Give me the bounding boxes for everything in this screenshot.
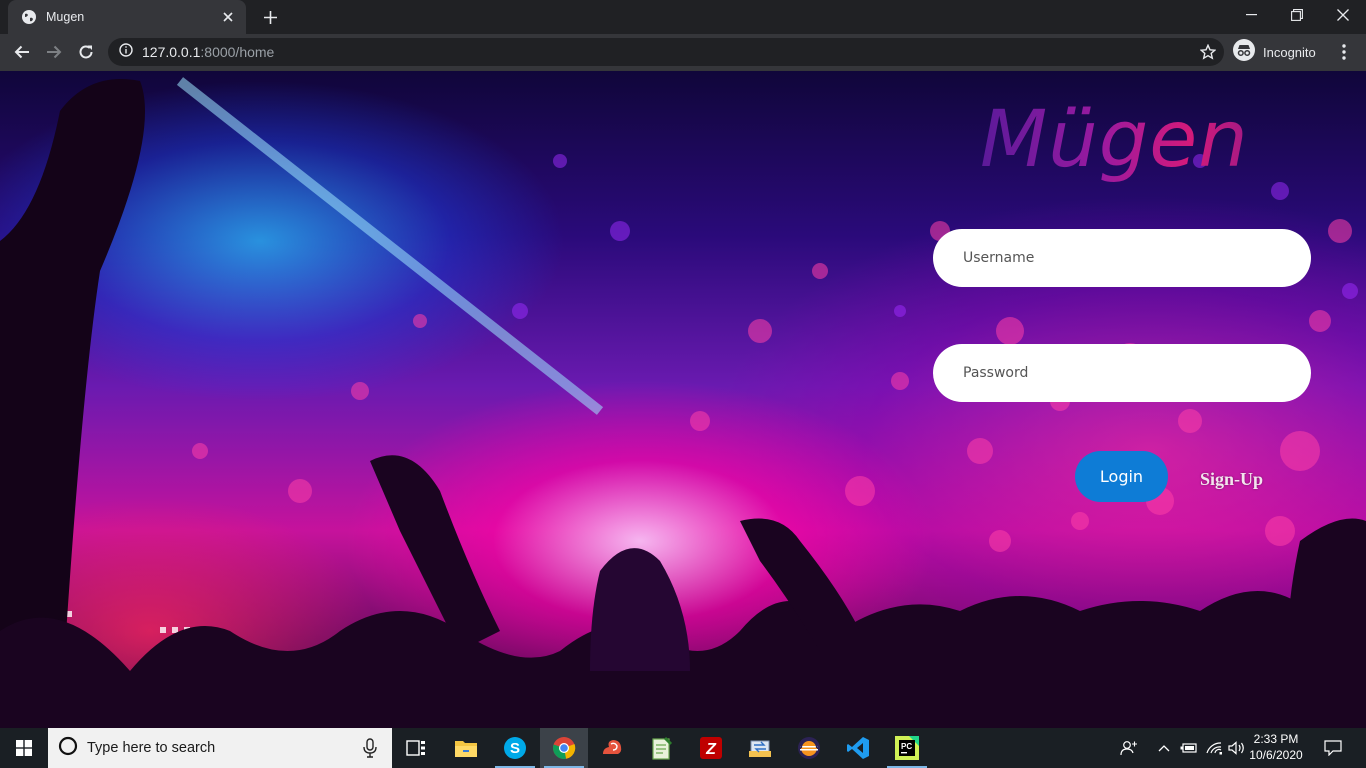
vscode-icon[interactable] xyxy=(834,728,882,768)
snail-app-icon[interactable] xyxy=(589,728,637,768)
battery-icon[interactable] xyxy=(1178,728,1200,768)
windows-taskbar: Type here to search S Z PC 2:33 PM 10/6/… xyxy=(0,728,1366,768)
bookmark-star-icon[interactable] xyxy=(1199,43,1217,60)
address-bar[interactable]: 127.0.0.1 :8000/home xyxy=(108,38,1224,66)
cortana-circle-icon xyxy=(58,736,78,761)
filezilla-icon[interactable]: Z xyxy=(687,728,735,768)
incognito-icon xyxy=(1233,38,1255,66)
svg-text:Z: Z xyxy=(705,741,717,758)
signup-link[interactable]: Sign-Up xyxy=(1200,469,1263,490)
username-input[interactable] xyxy=(933,229,1311,287)
wifi-icon[interactable] xyxy=(1203,728,1225,768)
action-center-icon[interactable] xyxy=(1318,728,1348,768)
site-info-icon[interactable] xyxy=(119,42,133,62)
restore-window-button[interactable] xyxy=(1274,0,1320,30)
forward-arrow-icon[interactable] xyxy=(40,38,68,66)
close-tab-icon[interactable] xyxy=(220,9,236,25)
new-tab-button[interactable] xyxy=(259,7,281,27)
windows-logo-icon xyxy=(16,740,32,756)
clock-date: 10/6/2020 xyxy=(1249,748,1303,762)
notepad-plus-icon[interactable] xyxy=(638,728,686,768)
close-window-button[interactable] xyxy=(1320,0,1366,30)
back-arrow-icon[interactable] xyxy=(8,38,36,66)
incognito-profile-button[interactable]: Incognito xyxy=(1233,38,1316,66)
page-viewport: Mügen Login Sign-Up xyxy=(0,71,1366,728)
search-placeholder: Type here to search xyxy=(87,740,216,756)
skype-icon[interactable]: S xyxy=(491,728,539,768)
taskbar-search-box[interactable]: Type here to search xyxy=(48,728,392,768)
browser-tab-strip: Mugen xyxy=(0,0,1366,34)
minimize-window-button[interactable] xyxy=(1228,0,1274,30)
url-host: 127.0.0.1 xyxy=(142,44,201,60)
chevron-up-icon[interactable] xyxy=(1154,728,1174,768)
globe-icon xyxy=(21,9,37,25)
people-icon[interactable] xyxy=(1116,728,1142,768)
svg-text:PC: PC xyxy=(901,742,912,751)
chrome-icon[interactable] xyxy=(540,728,588,768)
password-input[interactable] xyxy=(933,344,1311,402)
microphone-icon[interactable] xyxy=(362,738,378,758)
brand-logo: Mügen xyxy=(980,95,1280,195)
taskbar-clock[interactable]: 2:33 PM 10/6/2020 xyxy=(1246,731,1306,763)
browser-menu-icon[interactable] xyxy=(1334,40,1354,64)
file-explorer-icon[interactable] xyxy=(442,728,490,768)
clock-time: 2:33 PM xyxy=(1253,732,1299,746)
ftp-transfer-icon[interactable] xyxy=(736,728,784,768)
url-path: :8000/home xyxy=(200,44,275,60)
windows-start-button[interactable] xyxy=(0,728,48,768)
browser-toolbar: 127.0.0.1 :8000/home xyxy=(0,34,1366,71)
tab-title: Mugen xyxy=(46,10,85,24)
svg-text:S: S xyxy=(510,740,520,757)
pycharm-icon[interactable]: PC xyxy=(883,728,931,768)
login-button[interactable]: Login xyxy=(1075,451,1168,502)
task-view-icon[interactable] xyxy=(392,728,440,768)
volume-icon[interactable] xyxy=(1226,728,1248,768)
incognito-label: Incognito xyxy=(1263,44,1316,60)
login-panel: Mügen Login Sign-Up xyxy=(0,71,1366,728)
browser-tab[interactable]: Mugen xyxy=(8,0,246,34)
eclipse-icon[interactable] xyxy=(785,728,833,768)
reload-icon[interactable] xyxy=(72,38,100,66)
